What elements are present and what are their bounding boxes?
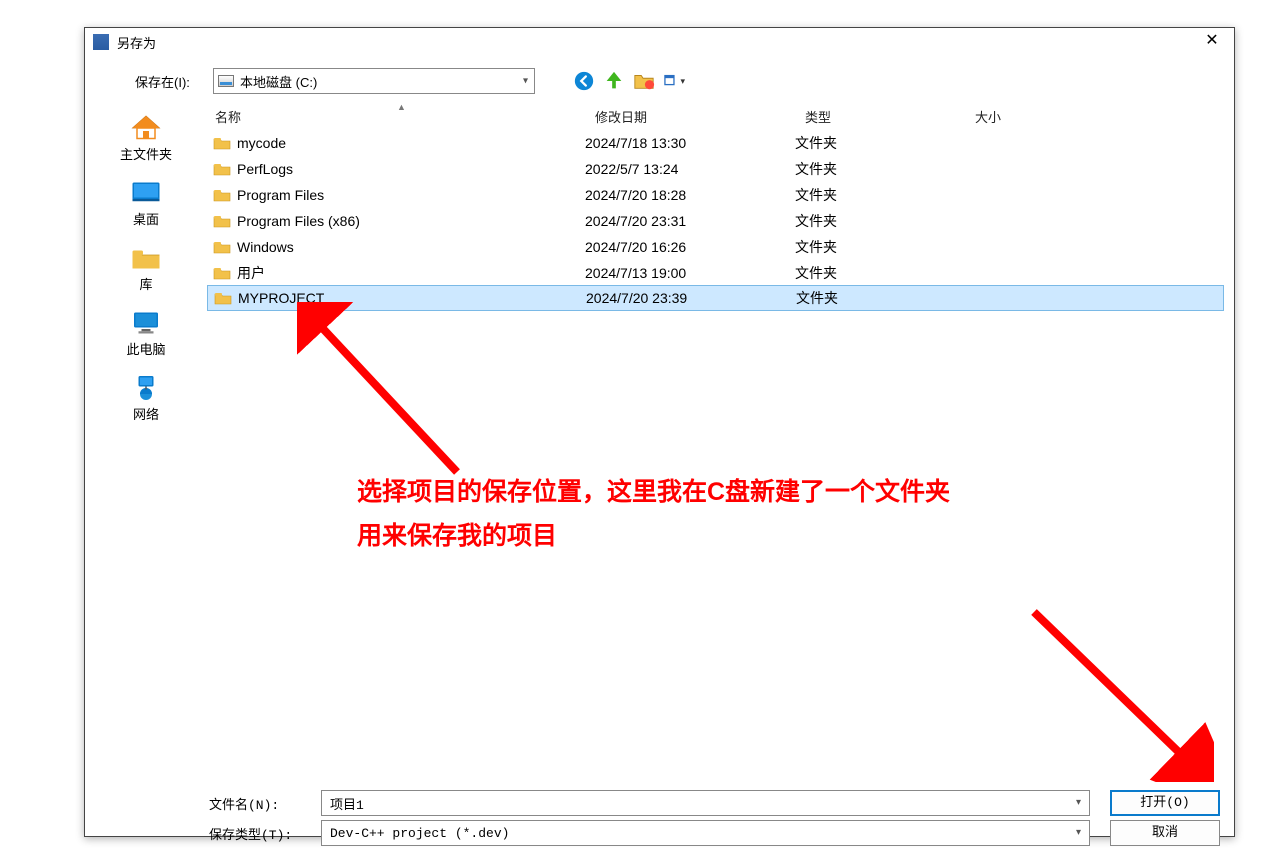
- annotation-text: 选择项目的保存位置，这里我在C盘新建了一个文件夹 用来保存我的项目: [357, 470, 950, 558]
- desktop-icon: [127, 177, 165, 209]
- chevron-down-icon: ▾: [1076, 797, 1081, 809]
- header-name[interactable]: ▲ 名称: [207, 107, 587, 126]
- toolbar: 保存在(I): 本地磁盘 (C:) ▾ ▾: [85, 56, 1234, 102]
- header-name-label: 名称: [215, 110, 241, 125]
- header-type[interactable]: 类型: [797, 107, 967, 126]
- file-rows: mycode2024/7/18 13:30文件夹PerfLogs2022/5/7…: [207, 130, 1224, 311]
- filetype-select[interactable]: Dev-C++ project (*.dev) ▾: [321, 820, 1090, 846]
- sort-indicator-icon: ▲: [397, 102, 406, 112]
- new-folder-icon[interactable]: [633, 70, 655, 92]
- location-text: 本地磁盘 (C:): [240, 72, 317, 91]
- table-row[interactable]: mycode 2024/7/18 13:30文件夹: [207, 130, 1224, 156]
- table-row[interactable]: 用户 2024/7/13 19:00文件夹: [207, 260, 1224, 286]
- sidebar-desktop[interactable]: 桌面: [85, 171, 207, 236]
- save-as-dialog: 另存为 ✕ 保存在(I): 本地磁盘 (C:) ▾ ▾: [84, 27, 1235, 837]
- filename-label: 文件名(N):: [209, 794, 321, 813]
- home-icon: [127, 112, 165, 144]
- file-date: 2024/7/20 23:31: [585, 213, 795, 229]
- computer-icon: [127, 307, 165, 339]
- back-icon[interactable]: [573, 70, 595, 92]
- body-area: 主文件夹 桌面 库 此电脑: [85, 102, 1234, 782]
- folder-icon: [213, 162, 231, 176]
- save-in-label: 保存在(I):: [135, 72, 205, 91]
- file-date: 2024/7/20 18:28: [585, 187, 795, 203]
- file-date: 2024/7/20 23:39: [586, 290, 796, 306]
- location-combo[interactable]: 本地磁盘 (C:) ▾: [213, 68, 535, 94]
- file-date: 2022/5/7 13:24: [585, 161, 795, 177]
- chevron-down-icon: ▾: [523, 76, 528, 87]
- chevron-down-icon: ▾: [1076, 827, 1081, 839]
- sidebar-item-label: 此电脑: [126, 339, 165, 358]
- file-name: 用户: [237, 263, 265, 283]
- sidebar-home[interactable]: 主文件夹: [85, 106, 207, 171]
- filename-input[interactable]: 项目1 ▾: [321, 790, 1090, 816]
- file-name: Program Files (x86): [237, 213, 360, 229]
- file-type: 文件夹: [795, 133, 965, 153]
- folder-icon: [213, 240, 231, 254]
- open-button[interactable]: 打开(O): [1110, 790, 1220, 816]
- folder-icon: [213, 266, 231, 280]
- sidebar-item-label: 桌面: [133, 209, 159, 228]
- file-name: Program Files: [237, 187, 324, 203]
- places-sidebar: 主文件夹 桌面 库 此电脑: [85, 102, 207, 782]
- view-menu-icon[interactable]: ▾: [663, 70, 685, 92]
- header-size[interactable]: 大小: [967, 107, 1077, 126]
- file-type: 文件夹: [795, 237, 965, 257]
- footer: 文件名(N): 项目1 ▾ 打开(O) 保存类型(T): Dev-C++ pro…: [85, 782, 1234, 858]
- file-type: 文件夹: [796, 288, 966, 308]
- file-list-pane: ▲ 名称 修改日期 类型 大小 mycode2024/7/18 13:30文件夹…: [207, 102, 1224, 782]
- table-row[interactable]: Program Files 2024/7/20 18:28文件夹: [207, 182, 1224, 208]
- cancel-button[interactable]: 取消: [1110, 820, 1220, 846]
- sidebar-item-label: 库: [139, 274, 152, 293]
- table-row[interactable]: Windows 2024/7/20 16:26文件夹: [207, 234, 1224, 260]
- file-name: mycode: [237, 135, 286, 151]
- file-date: 2024/7/20 16:26: [585, 239, 795, 255]
- filetype-label: 保存类型(T):: [209, 824, 321, 843]
- header-date[interactable]: 修改日期: [587, 107, 797, 126]
- file-name: MYPROJECT: [238, 290, 324, 306]
- file-name: Windows: [237, 239, 294, 255]
- table-row[interactable]: MYPROJECT 2024/7/20 23:39文件夹: [207, 285, 1224, 311]
- network-icon: [127, 372, 165, 404]
- folder-icon: [214, 291, 232, 305]
- app-icon: [93, 34, 109, 50]
- file-type: 文件夹: [795, 159, 965, 179]
- library-icon: [127, 242, 165, 274]
- file-type: 文件夹: [795, 185, 965, 205]
- annotation-arrow-2: [1014, 592, 1214, 782]
- sidebar-item-label: 网络: [133, 404, 159, 423]
- sidebar-library[interactable]: 库: [85, 236, 207, 301]
- folder-icon: [213, 214, 231, 228]
- file-type: 文件夹: [795, 211, 965, 231]
- table-row[interactable]: Program Files (x86) 2024/7/20 23:31文件夹: [207, 208, 1224, 234]
- folder-icon: [213, 136, 231, 150]
- sidebar-item-label: 主文件夹: [120, 144, 172, 163]
- title-text: 另存为: [117, 33, 1198, 52]
- up-level-icon[interactable]: [603, 70, 625, 92]
- sidebar-this-pc[interactable]: 此电脑: [85, 301, 207, 366]
- close-button[interactable]: ✕: [1198, 31, 1226, 53]
- title-bar: 另存为 ✕: [85, 28, 1234, 56]
- file-type: 文件夹: [795, 263, 965, 283]
- file-date: 2024/7/18 13:30: [585, 135, 795, 151]
- column-headers: ▲ 名称 修改日期 类型 大小: [207, 102, 1224, 130]
- sidebar-network[interactable]: 网络: [85, 366, 207, 431]
- table-row[interactable]: PerfLogs 2022/5/7 13:24文件夹: [207, 156, 1224, 182]
- folder-icon: [213, 188, 231, 202]
- file-name: PerfLogs: [237, 161, 293, 177]
- disk-icon: [218, 75, 234, 87]
- annotation-arrow-1: [297, 302, 477, 482]
- file-date: 2024/7/13 19:00: [585, 265, 795, 281]
